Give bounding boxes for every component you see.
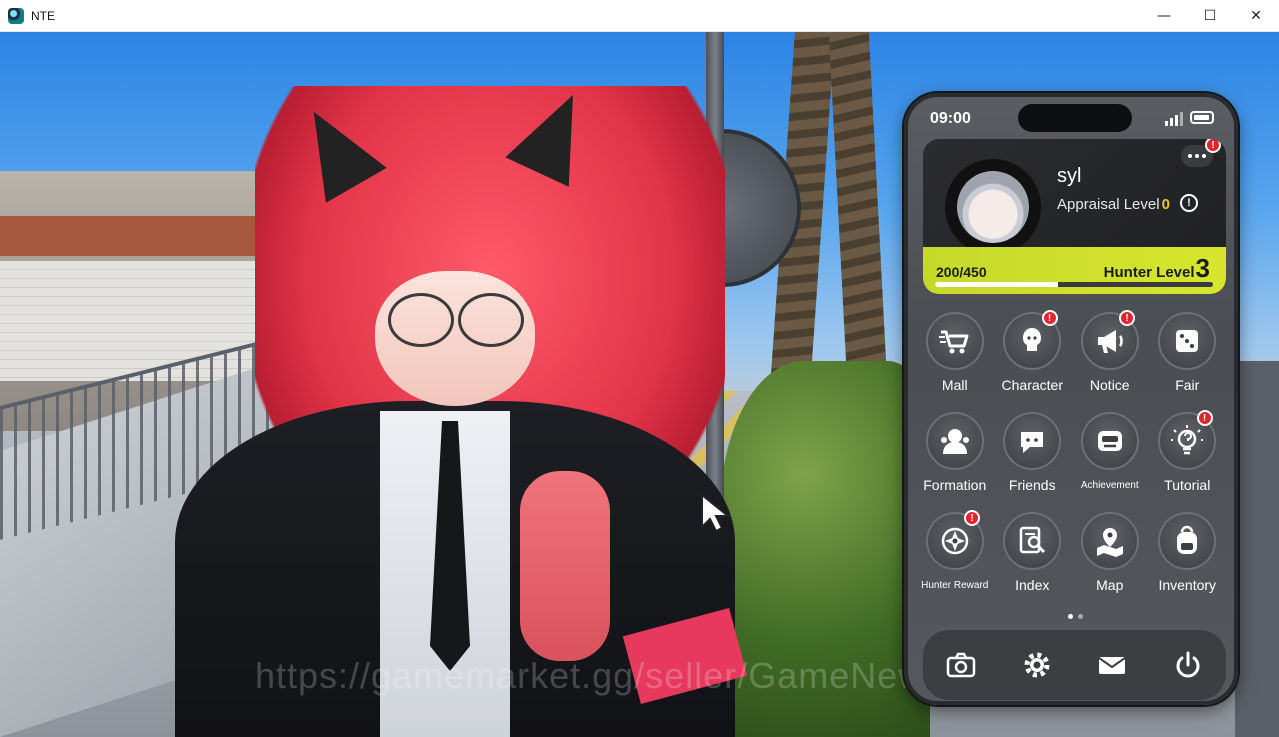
app-label: Fair bbox=[1175, 377, 1200, 393]
character-plush-toy bbox=[520, 471, 610, 661]
app-formation-button[interactable]: Formation bbox=[916, 412, 994, 502]
character-glasses bbox=[378, 293, 528, 347]
app-fair-button[interactable]: Fair bbox=[1149, 312, 1227, 402]
app-index-button[interactable]: Index bbox=[994, 512, 1072, 602]
chat-bubble-icon bbox=[1021, 432, 1044, 453]
app-character-button[interactable]: Character! bbox=[994, 310, 1072, 402]
map-pin-icon bbox=[1096, 528, 1123, 557]
app-label: Inventory bbox=[1158, 577, 1217, 593]
phone-menu: 09:00 ! syl Appraisal Level 0 ! 200/450 H… bbox=[904, 93, 1238, 705]
alert-badge: ! bbox=[1041, 310, 1058, 326]
more-options-alert-badge: ! bbox=[1205, 139, 1221, 153]
dice-icon bbox=[1176, 330, 1199, 352]
watermark-text: https://gamemarket.gg/seller/GameNews bbox=[255, 655, 945, 696]
app-label: Hunter Reward bbox=[921, 580, 989, 591]
hunter-level-bar: 200/450 Hunter Level3 bbox=[923, 247, 1226, 294]
hunter-level-label: Hunter Level bbox=[1103, 264, 1195, 281]
app-icon-circle bbox=[1080, 412, 1139, 470]
avatar-frame[interactable] bbox=[945, 159, 1041, 255]
power-button[interactable] bbox=[1168, 645, 1208, 685]
hunter-level: Hunter Level3 bbox=[1104, 253, 1210, 284]
power-icon bbox=[1176, 651, 1200, 678]
app-achievement-button[interactable]: Achievement bbox=[1071, 412, 1149, 502]
app-icon-circle bbox=[1003, 512, 1062, 570]
exp-progress-fill bbox=[935, 282, 1059, 287]
app-icon-circle bbox=[1003, 412, 1062, 470]
app-icon-circle bbox=[925, 312, 984, 370]
player-name: syl bbox=[1057, 165, 1082, 187]
app-label: Notice bbox=[1089, 377, 1130, 393]
hunter-level-value: 3 bbox=[1195, 253, 1210, 283]
minimize-button[interactable]: — bbox=[1141, 0, 1187, 31]
app-icon-circle bbox=[925, 412, 984, 470]
alert-badge: ! bbox=[1119, 310, 1135, 326]
mail-icon bbox=[1098, 657, 1126, 674]
app-label: Tutorial bbox=[1164, 477, 1211, 493]
window-title: NTE bbox=[31, 8, 55, 23]
achievement-icon bbox=[1097, 431, 1122, 451]
settings-gear-icon bbox=[1024, 652, 1050, 678]
app-hunter-reward-button[interactable]: Hunter Reward! bbox=[916, 510, 994, 602]
megaphone-icon bbox=[1097, 330, 1123, 353]
exp-progress-bar bbox=[935, 282, 1213, 287]
app-label: Friends bbox=[1008, 477, 1056, 493]
app-icon-circle bbox=[1158, 512, 1217, 570]
avatar bbox=[957, 171, 1029, 243]
app-grid: Mall Character! Notice! Fair Formation Friend… bbox=[916, 310, 1227, 602]
compass-icon bbox=[941, 527, 968, 555]
app-label: Mall bbox=[941, 377, 968, 393]
app-label: Index bbox=[1015, 577, 1050, 593]
phone-notch bbox=[1018, 104, 1132, 132]
page-indicator bbox=[1068, 614, 1083, 619]
app-label: Achievement bbox=[1080, 480, 1139, 491]
app-mall-button[interactable]: Mall bbox=[916, 312, 994, 402]
app-label: Character bbox=[1001, 377, 1063, 393]
mouse-cursor-icon bbox=[701, 493, 731, 533]
window-titlebar: NTE — ☐ ✕ bbox=[0, 0, 1279, 32]
alert-badge: ! bbox=[1196, 410, 1213, 426]
camera-icon bbox=[946, 652, 976, 678]
app-icon-circle bbox=[1080, 512, 1139, 570]
info-icon[interactable]: ! bbox=[1180, 194, 1198, 212]
app-tutorial-button[interactable]: Tutorial! bbox=[1149, 410, 1227, 502]
battery-icon bbox=[1190, 111, 1214, 124]
camera-button[interactable] bbox=[941, 645, 981, 685]
app-map-button[interactable]: Map bbox=[1071, 512, 1149, 602]
cart-icon bbox=[938, 330, 969, 354]
phone-clock: 09:00 bbox=[930, 110, 971, 127]
app-logo-icon bbox=[8, 7, 24, 24]
appraisal-level: Appraisal Level 0 bbox=[1057, 196, 1170, 213]
app-friends-button[interactable]: Friends bbox=[994, 412, 1072, 502]
app-label: Map bbox=[1096, 577, 1124, 593]
app-notice-button[interactable]: Notice! bbox=[1071, 310, 1149, 402]
appraisal-level-value: 0 bbox=[1161, 196, 1170, 213]
app-icon-circle bbox=[1158, 312, 1217, 370]
settings-gear-button[interactable] bbox=[1017, 645, 1057, 685]
window-controls: — ☐ ✕ bbox=[1141, 0, 1279, 31]
exp-text: 200/450 bbox=[936, 264, 987, 280]
appraisal-level-label: Appraisal Level bbox=[1057, 196, 1160, 213]
close-button[interactable]: ✕ bbox=[1233, 0, 1279, 31]
app-inventory-button[interactable]: Inventory bbox=[1149, 512, 1227, 602]
phone-dock bbox=[923, 630, 1226, 700]
signal-icon bbox=[1165, 112, 1185, 126]
index-search-icon bbox=[1020, 526, 1046, 554]
mail-button[interactable] bbox=[1092, 645, 1132, 685]
formation-icon bbox=[940, 429, 969, 454]
street bbox=[1235, 361, 1279, 737]
maximize-button[interactable]: ☐ bbox=[1187, 0, 1233, 31]
alert-badge: ! bbox=[964, 510, 980, 526]
profile-card[interactable]: ! syl Appraisal Level 0 ! 200/450 Hunter … bbox=[923, 139, 1226, 294]
backpack-icon bbox=[1177, 525, 1198, 554]
lightbulb-icon bbox=[1171, 425, 1204, 455]
character-icon bbox=[1023, 328, 1042, 351]
app-label: Formation bbox=[923, 477, 987, 493]
